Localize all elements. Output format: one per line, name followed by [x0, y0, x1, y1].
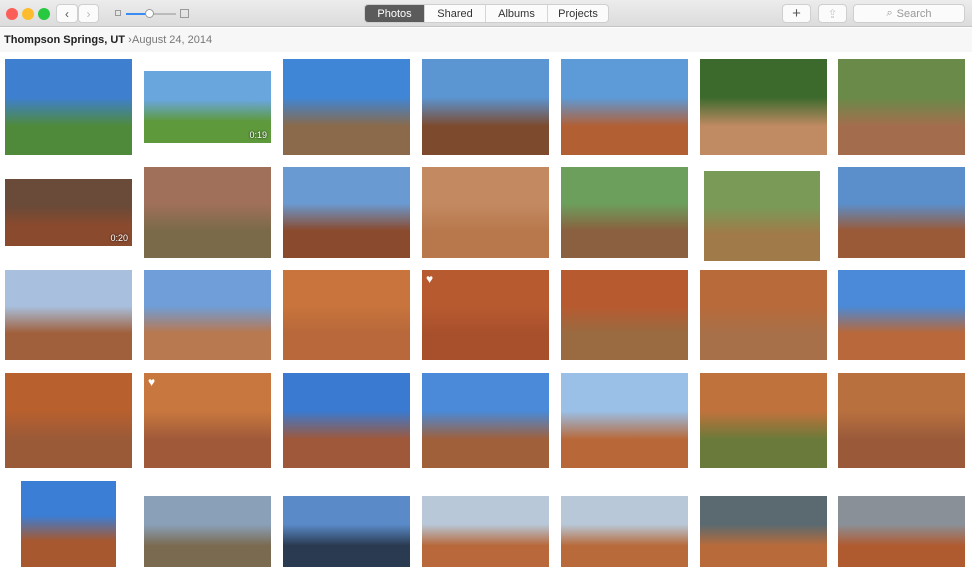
- tab-shared[interactable]: Shared: [425, 5, 486, 22]
- photo-thumbnail[interactable]: [422, 59, 549, 155]
- photo-thumbnail[interactable]: [422, 373, 549, 468]
- photo-thumbnail[interactable]: [283, 167, 410, 258]
- favorite-heart-icon: ♥: [426, 272, 434, 286]
- photo-thumbnail[interactable]: [283, 59, 410, 155]
- photo-thumbnail[interactable]: [561, 373, 688, 468]
- photo-thumbnail[interactable]: [144, 496, 271, 567]
- photo-thumbnail[interactable]: [21, 481, 116, 567]
- share-button[interactable]: ⇪: [818, 4, 847, 23]
- photo-thumbnail[interactable]: [5, 59, 132, 155]
- minimize-button[interactable]: [22, 8, 34, 20]
- video-duration: 0:19: [249, 130, 267, 140]
- photo-thumbnail[interactable]: [422, 496, 549, 567]
- photo-thumbnail[interactable]: [5, 270, 132, 360]
- large-thumbnail-icon: [180, 9, 189, 18]
- photo-thumbnail[interactable]: [561, 496, 688, 567]
- breadcrumb-location[interactable]: Thompson Springs, UT ›: [4, 34, 132, 46]
- photo-thumbnail[interactable]: [283, 270, 410, 360]
- photo-thumbnail[interactable]: 0:20: [5, 179, 132, 246]
- photo-thumbnail[interactable]: [838, 59, 965, 155]
- photo-thumbnail[interactable]: [144, 270, 271, 360]
- photo-thumbnail[interactable]: [144, 167, 271, 258]
- photo-thumbnail[interactable]: [838, 167, 965, 258]
- photo-thumbnail[interactable]: [422, 167, 549, 258]
- breadcrumb-date: August 24, 2014: [132, 34, 213, 46]
- slider-knob[interactable]: [144, 9, 154, 18]
- add-button[interactable]: +: [782, 4, 811, 23]
- video-duration: 0:20: [110, 233, 128, 243]
- photo-thumbnail[interactable]: ♥: [422, 270, 549, 360]
- toolbar: ‹ › Photos Shared Albums Projects + ⇪ ⌕ S…: [0, 0, 972, 27]
- photo-thumbnail[interactable]: 0:19: [144, 71, 271, 143]
- photo-thumbnail[interactable]: [838, 373, 965, 468]
- photo-thumbnail[interactable]: ♥: [144, 373, 271, 468]
- photo-thumbnail[interactable]: [5, 373, 132, 468]
- close-button[interactable]: [6, 8, 18, 20]
- photo-thumbnail[interactable]: [561, 59, 688, 155]
- tab-projects[interactable]: Projects: [548, 5, 608, 22]
- view-tabs: Photos Shared Albums Projects: [364, 4, 609, 23]
- photo-thumbnail[interactable]: [700, 373, 827, 468]
- location-label: Thompson Springs, UT: [4, 34, 125, 46]
- forward-button[interactable]: ›: [78, 4, 99, 23]
- tab-albums[interactable]: Albums: [486, 5, 548, 22]
- photo-thumbnail[interactable]: [283, 373, 410, 468]
- search-input[interactable]: ⌕ Search: [853, 4, 965, 23]
- zoom-button[interactable]: [38, 8, 50, 20]
- photo-thumbnail[interactable]: [838, 496, 965, 567]
- tab-photos[interactable]: Photos: [365, 5, 425, 22]
- photo-thumbnail[interactable]: [700, 270, 827, 360]
- search-icon: ⌕: [886, 7, 893, 19]
- search-placeholder: Search: [896, 7, 932, 20]
- favorite-heart-icon: ♥: [148, 375, 156, 389]
- back-button[interactable]: ‹: [56, 4, 78, 23]
- photo-thumbnail[interactable]: [700, 496, 827, 567]
- photo-thumbnail[interactable]: [704, 171, 820, 261]
- small-thumbnail-icon: [115, 10, 121, 16]
- photo-thumbnail[interactable]: [283, 496, 410, 567]
- photo-thumbnail[interactable]: [561, 270, 688, 360]
- photo-thumbnail[interactable]: [700, 59, 827, 155]
- photo-thumbnail[interactable]: [561, 167, 688, 258]
- photo-thumbnail[interactable]: [838, 270, 965, 360]
